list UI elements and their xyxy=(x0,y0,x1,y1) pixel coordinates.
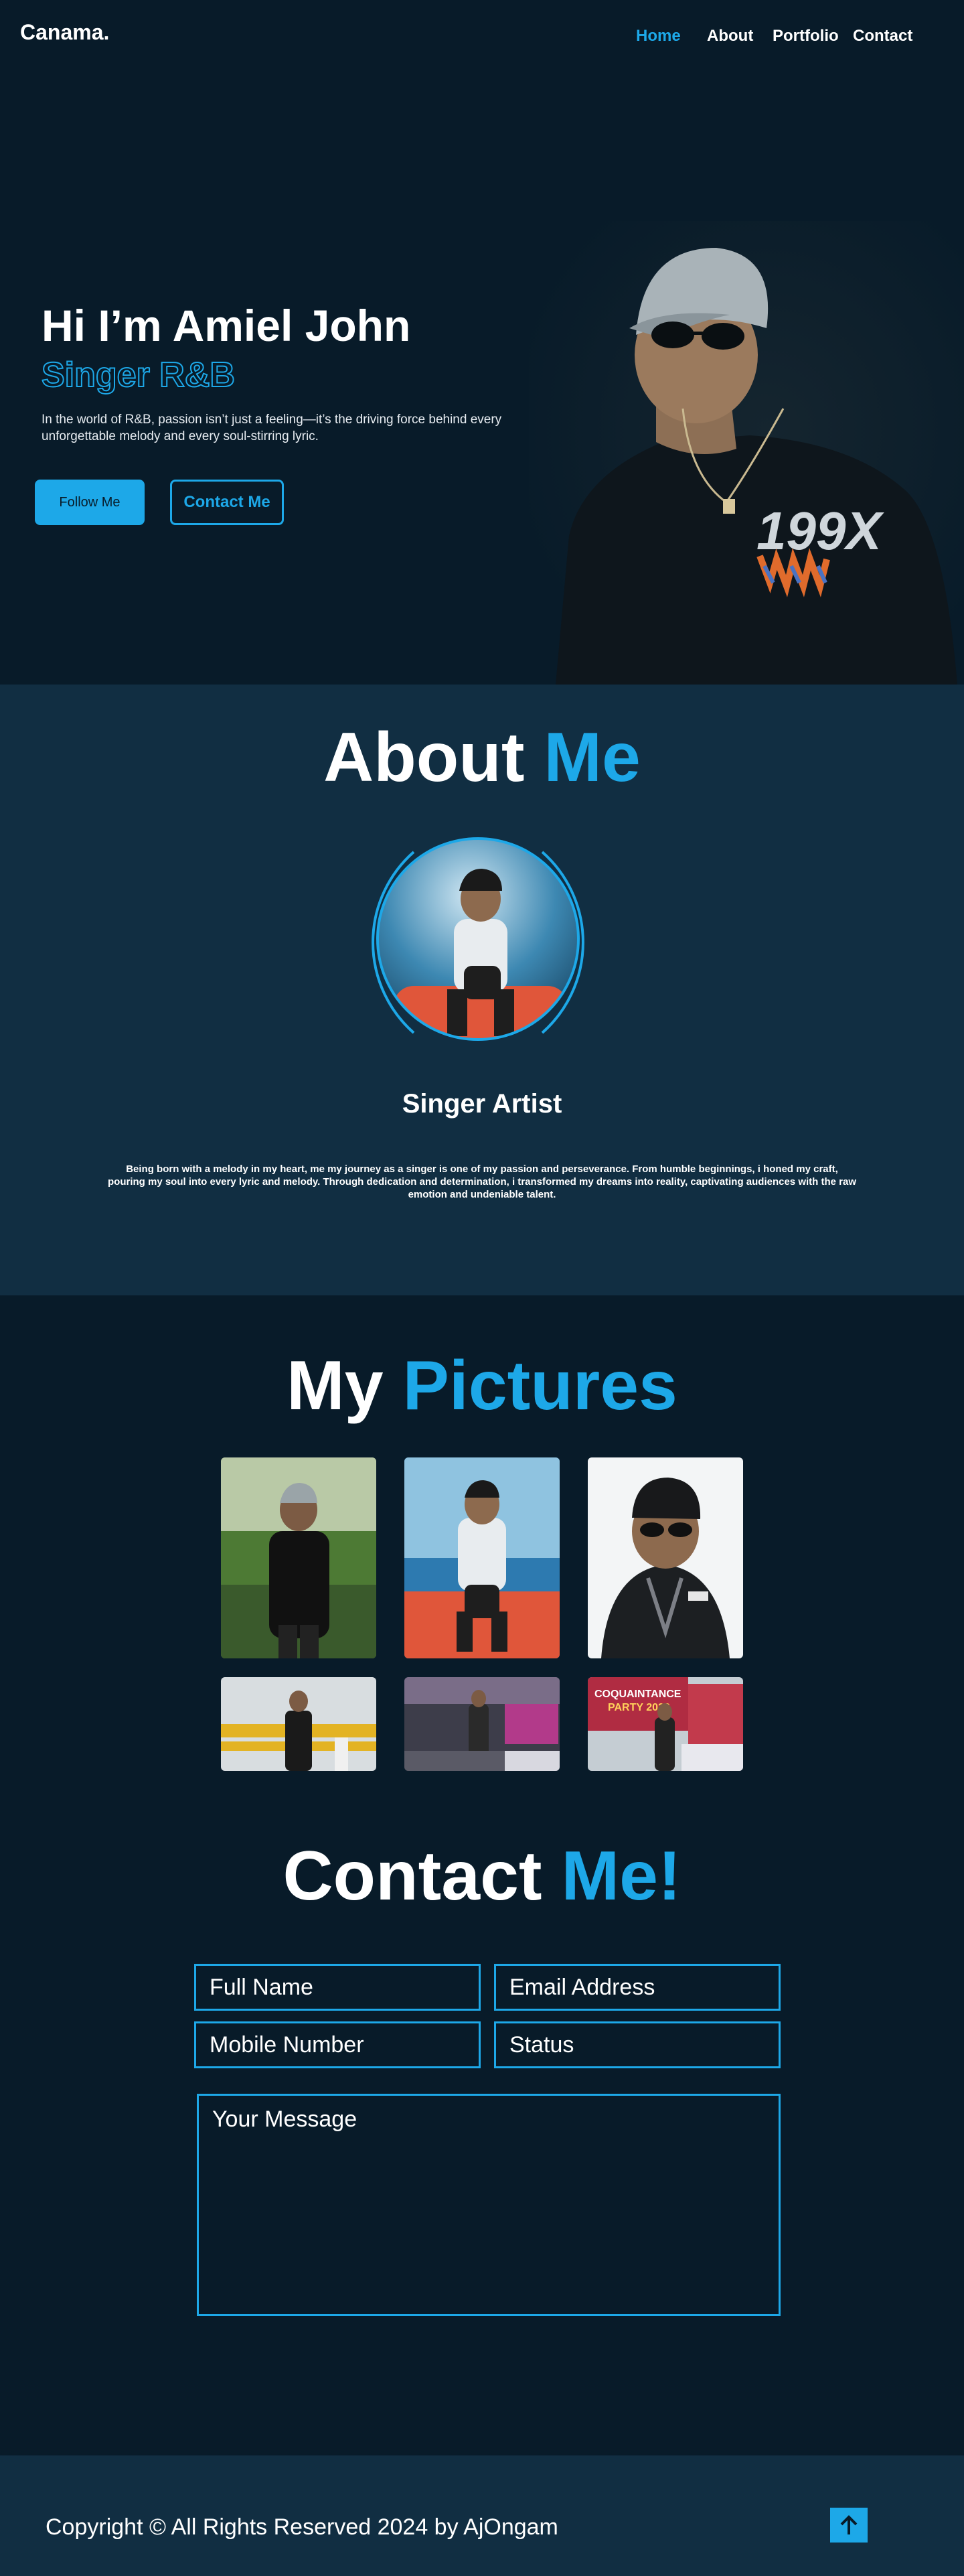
site-footer: Copyright © All Rights Reserved 2024 by … xyxy=(0,2455,964,2576)
gallery-photo-6[interactable]: COQUAINTANCE PARTY 2023 xyxy=(588,1677,743,1771)
contact-title-accent: Me! xyxy=(561,1837,681,1915)
arrow-up-icon xyxy=(840,2515,858,2534)
pictures-title-accent: Pictures xyxy=(402,1347,677,1425)
back-to-top-button[interactable] xyxy=(830,2508,868,2543)
hero-section: 199X Hi I’m Amiel John Singer R&B In the… xyxy=(0,0,964,685)
gallery-photo-4[interactable] xyxy=(221,1677,376,1771)
pictures-section: My Pictures COQUAINTANCE PARTY 2023 xyxy=(0,1295,964,1804)
message-textarea[interactable] xyxy=(197,2094,781,2316)
hero-portrait-image: 199X xyxy=(529,221,964,685)
pictures-title-main: My xyxy=(287,1347,384,1425)
nav-home[interactable]: Home xyxy=(636,27,681,46)
mobile-number-input[interactable] xyxy=(194,2021,481,2068)
about-title-main: About xyxy=(323,719,525,796)
gallery-photo-5[interactable] xyxy=(404,1677,560,1771)
nav-portfolio[interactable]: Portfolio xyxy=(773,27,839,46)
about-subtitle: Singer Artist xyxy=(402,1089,562,1119)
contact-section: Contact Me! xyxy=(0,1804,964,2455)
contact-title-main: Contact xyxy=(283,1837,542,1915)
nav-about[interactable]: About xyxy=(707,27,753,46)
main-nav: Home About Portfolio Contact xyxy=(0,27,964,47)
gallery-photo-3[interactable] xyxy=(588,1457,743,1658)
about-section: About Me Singer Artist Being born with a… xyxy=(0,685,964,1295)
full-name-input[interactable] xyxy=(194,1964,481,2011)
hero-description: In the world of R&B, passion isn’t just … xyxy=(42,413,502,443)
about-title-accent: Me xyxy=(544,719,641,796)
email-address-input[interactable] xyxy=(494,1964,781,2011)
about-profile-image xyxy=(372,837,584,1041)
copyright-text: Copyright © All Rights Reserved 2024 by … xyxy=(46,2514,558,2540)
pictures-title: My Pictures xyxy=(0,1346,964,1426)
status-input[interactable] xyxy=(494,2021,781,2068)
about-title: About Me xyxy=(0,718,964,798)
site-header: Canama. Home About Portfolio Contact xyxy=(0,0,964,70)
hero-role: Singer R&B xyxy=(41,355,236,395)
hero-title: Hi I’m Amiel John xyxy=(42,301,411,350)
gallery-photo-1[interactable] xyxy=(221,1457,376,1658)
nav-contact[interactable]: Contact xyxy=(853,27,912,46)
contact-title: Contact Me! xyxy=(0,1837,964,1916)
svg-text:COQUAINTANCE: COQUAINTANCE xyxy=(594,1689,681,1700)
contact-me-button[interactable]: Contact Me xyxy=(170,480,284,525)
gallery-photo-2[interactable] xyxy=(404,1457,560,1658)
follow-me-button[interactable]: Follow Me xyxy=(35,480,145,525)
about-description: Being born with a melody in my heart, me… xyxy=(108,1163,856,1200)
